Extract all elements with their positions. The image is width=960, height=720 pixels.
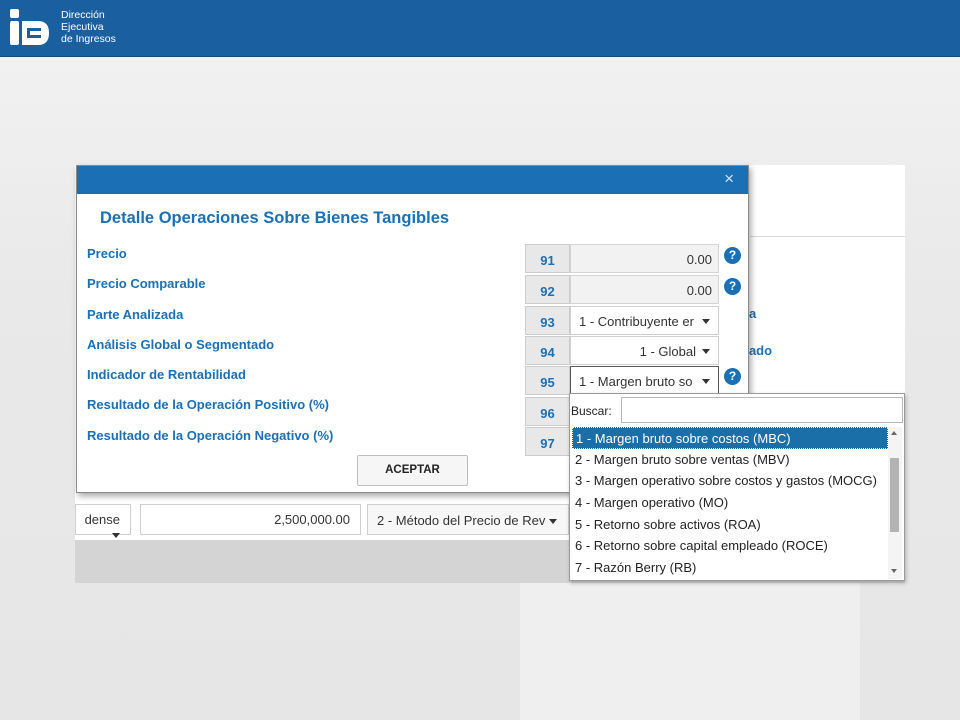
field-label-indicador: Indicador de Rentabilidad	[87, 367, 246, 382]
chevron-down-icon	[112, 533, 120, 539]
field-label-precio: Precio	[87, 246, 127, 261]
chevron-down-icon	[549, 519, 558, 525]
close-icon[interactable]: ×	[724, 170, 734, 188]
scroll-up-icon[interactable]	[891, 431, 897, 435]
field-number: 96	[525, 397, 570, 426]
background-header-area	[750, 165, 905, 237]
field-number: 95	[525, 366, 570, 395]
parte-analizada-value: 1 - Contribuyente er	[579, 314, 694, 329]
dialog-title: Detalle Operaciones Sobre Bienes Tangibl…	[100, 209, 450, 227]
list-item[interactable]: 6 - Retorno sobre capital empleado (ROCE…	[572, 535, 888, 557]
background-method-value: 2 - Método del Precio de Rev	[377, 513, 546, 528]
analisis-select[interactable]: 1 - Global	[570, 336, 719, 365]
field-number: 92	[525, 275, 570, 304]
accept-button[interactable]: ACEPTAR	[357, 455, 468, 486]
indicador-select[interactable]: 1 - Margen bruto so	[570, 366, 719, 395]
dialog-header-bar: ×	[77, 166, 748, 194]
brand-line: Ejecutiva	[61, 21, 104, 33]
brand-line: de Ingresos	[61, 33, 116, 45]
list-item[interactable]: 2 - Margen bruto sobre ventas (MBV)	[572, 449, 888, 471]
field-label-precio-comparable: Precio Comparable	[87, 276, 206, 291]
scroll-thumb[interactable]	[890, 458, 899, 532]
brand-line: Dirección	[61, 9, 105, 21]
chevron-down-icon	[702, 349, 710, 354]
list-item[interactable]: 3 - Margen operativo sobre costos y gast…	[572, 470, 888, 492]
help-icon[interactable]: ?	[724, 247, 741, 264]
scrollbar[interactable]	[888, 427, 902, 579]
chevron-down-icon	[702, 319, 710, 324]
list-item[interactable]: 1 - Margen bruto sobre costos (MBC)	[572, 427, 888, 449]
background-select[interactable]: dense	[75, 504, 131, 539]
background-decoration	[520, 580, 860, 720]
list-item[interactable]: 4 - Margen operativo (MO)	[572, 492, 888, 514]
analisis-value: 1 - Global	[639, 344, 696, 359]
background-method-select[interactable]: 2 - Método del Precio de Rev	[367, 504, 569, 535]
scroll-down-icon[interactable]	[891, 569, 897, 573]
search-label: Buscar:	[571, 404, 612, 418]
field-label-parte-analizada: Parte Analizada	[87, 307, 184, 322]
indicador-value: 1 - Margen bruto so	[579, 374, 693, 389]
parte-analizada-select[interactable]: 1 - Contribuyente er	[570, 306, 719, 335]
top-banner: Dirección Ejecutiva de Ingresos	[0, 0, 960, 57]
help-icon[interactable]: ?	[724, 278, 741, 295]
background-amount-field[interactable]: 2,500,000.00	[140, 504, 361, 535]
help-icon[interactable]: ?	[724, 368, 741, 385]
search-input[interactable]	[621, 397, 903, 423]
field-number: 97	[525, 427, 570, 456]
logo-icon	[10, 9, 49, 45]
precio-field[interactable]: 0.00	[570, 244, 719, 273]
background-select-value: dense	[84, 512, 120, 527]
indicador-dropdown: Buscar: 1 - Margen bruto sobre costos (M…	[569, 393, 905, 581]
chevron-down-icon	[702, 379, 710, 384]
field-label-resultado-positivo: Resultado de la Operación Positivo (%)	[87, 397, 329, 412]
field-number: 91	[525, 244, 570, 273]
list-item[interactable]: 5 - Retorno sobre activos (ROA)	[572, 514, 888, 536]
field-label-resultado-negativo: Resultado de la Operación Negativo (%)	[87, 428, 334, 443]
precio-comparable-field[interactable]: 0.00	[570, 275, 719, 304]
brand-name: Dirección Ejecutiva de Ingresos	[61, 9, 116, 45]
option-list: 1 - Margen bruto sobre costos (MBC) 2 - …	[572, 427, 888, 579]
field-label-analisis: Análisis Global o Segmentado	[87, 337, 275, 352]
list-item[interactable]: 7 - Razón Berry (RB)	[572, 557, 888, 579]
field-number: 93	[525, 306, 570, 335]
field-number: 94	[525, 336, 570, 365]
